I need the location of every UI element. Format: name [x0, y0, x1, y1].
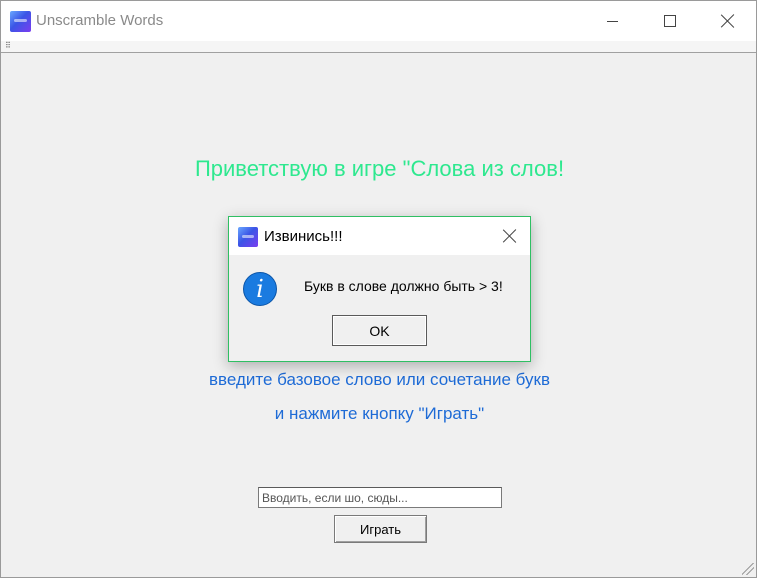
- close-button[interactable]: [705, 1, 751, 41]
- menu-grip-icon[interactable]: ⠿: [5, 41, 11, 51]
- minimize-icon: [606, 20, 618, 22]
- dialog-title: Извинись!!!: [264, 228, 343, 245]
- info-icon: i: [243, 272, 277, 306]
- error-dialog: Извинись!!! i Букв в слове должно быть >…: [228, 216, 531, 362]
- minimize-button[interactable]: [589, 1, 635, 41]
- dialog-message: Букв в слове должно быть > 3!: [304, 278, 503, 294]
- close-icon: [503, 229, 517, 243]
- resize-grip-icon[interactable]: [742, 563, 754, 575]
- maximize-icon: [664, 15, 676, 27]
- play-button[interactable]: Играть: [334, 515, 427, 543]
- ok-button[interactable]: OK: [332, 315, 427, 346]
- maximize-button[interactable]: [647, 1, 693, 41]
- instruction-line-2: и нажмите кнопку "Играть": [274, 404, 485, 423]
- welcome-heading: Приветствую в игре "Слова из слов!: [194, 156, 565, 181]
- app-icon: [10, 11, 31, 32]
- dialog-body: i Букв в слове должно быть > 3! OK: [229, 255, 530, 361]
- dialog-title-bar[interactable]: Извинись!!!: [229, 217, 530, 255]
- dialog-app-icon: [238, 227, 258, 247]
- instruction-line-1: введите базовое слово или сочетание букв: [209, 370, 550, 389]
- menu-bar: ⠿: [1, 41, 756, 53]
- word-input[interactable]: [258, 487, 502, 508]
- close-icon: [721, 14, 735, 28]
- window-title: Unscramble Words: [36, 12, 164, 29]
- title-bar[interactable]: Unscramble Words: [1, 1, 756, 41]
- info-icon-glyph: i: [256, 275, 264, 303]
- dialog-close-button[interactable]: [491, 217, 529, 255]
